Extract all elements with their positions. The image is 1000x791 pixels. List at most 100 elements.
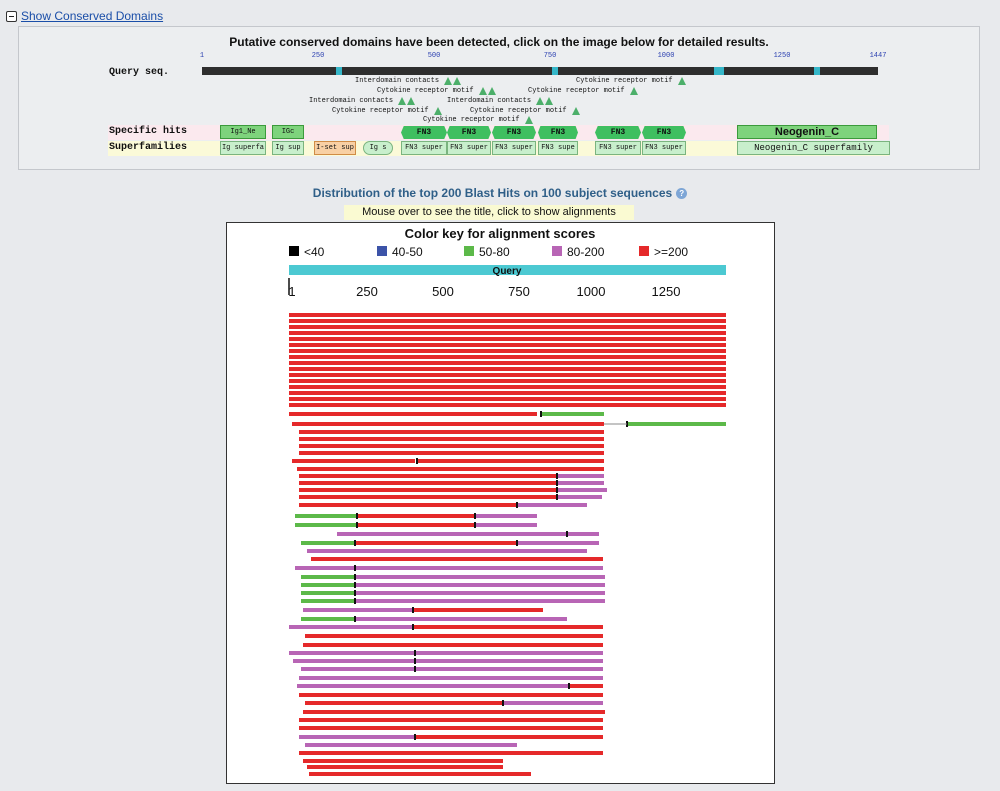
hit-segment[interactable]	[299, 481, 557, 485]
hit-segment[interactable]	[303, 710, 605, 714]
hit-segment[interactable]	[297, 684, 569, 688]
hit-segment[interactable]	[299, 693, 603, 697]
hit-segment[interactable]	[289, 412, 537, 416]
hit-segment[interactable]	[289, 403, 726, 407]
hit-segment[interactable]	[289, 331, 726, 335]
hit-segment[interactable]	[303, 759, 503, 763]
hit-segment[interactable]	[415, 735, 603, 739]
specific-hit-fn3[interactable]: FN3	[492, 126, 536, 139]
hit-segment[interactable]	[301, 599, 355, 603]
hit-segment[interactable]	[289, 391, 726, 395]
superfamily-ig-sup[interactable]: Ig sup	[272, 141, 304, 155]
hit-segment[interactable]	[567, 532, 599, 536]
hit-segment[interactable]	[517, 503, 587, 507]
hit-segment[interactable]	[305, 634, 603, 638]
hit-segment[interactable]	[305, 701, 503, 705]
hit-segment[interactable]	[297, 467, 604, 471]
hit-segment[interactable]	[289, 373, 726, 377]
hit-segment[interactable]	[292, 422, 604, 426]
hit-segment[interactable]	[299, 503, 517, 507]
hit-segment[interactable]	[289, 343, 726, 347]
hit-segment[interactable]	[413, 625, 603, 629]
hit-segment[interactable]	[295, 514, 357, 518]
hit-segment[interactable]	[355, 566, 603, 570]
specific-hit-fn3[interactable]: FN3	[595, 126, 641, 139]
hit-segment[interactable]	[557, 488, 607, 492]
hit-segment[interactable]	[309, 772, 531, 776]
hit-segment[interactable]	[299, 495, 557, 499]
hit-segment[interactable]	[289, 361, 726, 365]
hit-segment[interactable]	[307, 549, 587, 553]
specific-hit-fn3[interactable]: FN3	[401, 126, 447, 139]
hit-segment[interactable]	[357, 523, 475, 527]
hit-segment[interactable]	[299, 444, 604, 448]
toggle-row[interactable]: Show Conserved Domains	[6, 8, 163, 24]
superfamily-ig-superfa[interactable]: Ig superfa	[220, 141, 266, 155]
superfamily-fn3-super[interactable]: FN3 super	[447, 141, 491, 155]
superfamily-neogenin-c-superfamily[interactable]: Neogenin_C superfamily	[737, 141, 890, 155]
conserved-domains-panel[interactable]: Putative conserved domains have been det…	[18, 26, 980, 170]
specific-hit-neogenin-c[interactable]: Neogenin_C	[737, 125, 877, 139]
hit-segment[interactable]	[289, 385, 726, 389]
hit-segment[interactable]	[299, 474, 557, 478]
hit-segment[interactable]	[301, 583, 355, 587]
hit-segment[interactable]	[299, 488, 557, 492]
hit-segment[interactable]	[569, 684, 603, 688]
hit-segment[interactable]	[289, 651, 415, 655]
hit-segment[interactable]	[417, 459, 604, 463]
collapse-icon[interactable]	[6, 10, 17, 22]
hit-segment[interactable]	[557, 495, 602, 499]
hit-segment[interactable]	[299, 735, 415, 739]
hit-segment[interactable]	[301, 541, 355, 545]
hit-segment[interactable]	[413, 608, 543, 612]
hit-segment[interactable]	[289, 625, 413, 629]
hit-segment[interactable]	[303, 608, 413, 612]
blast-hits-svg[interactable]: Color key for alignment scores <40 40-50 50…	[227, 223, 774, 783]
hit-segment[interactable]	[299, 718, 603, 722]
hit-segment[interactable]	[415, 667, 603, 671]
superfamily-ig-s[interactable]: Ig s	[363, 141, 393, 155]
hit-segment[interactable]	[299, 430, 604, 434]
superfamily-fn3-super[interactable]: FN3 super	[595, 141, 641, 155]
hit-segment[interactable]	[293, 659, 415, 663]
hit-segment[interactable]	[301, 591, 355, 595]
superfamily-fn3-super[interactable]: FN3 super	[492, 141, 536, 155]
specific-hit-fn3[interactable]: FN3	[538, 126, 578, 139]
hit-segment[interactable]	[299, 751, 603, 755]
hit-segment[interactable]	[289, 325, 726, 329]
hit-segment[interactable]	[289, 397, 726, 401]
hit-segment[interactable]	[503, 701, 603, 705]
hit-segment[interactable]	[557, 474, 604, 478]
hit-segment[interactable]	[299, 451, 604, 455]
hit-segment[interactable]	[355, 541, 517, 545]
hit-segment[interactable]	[355, 617, 567, 621]
hit-segment[interactable]	[303, 643, 603, 647]
hit-segment[interactable]	[355, 591, 605, 595]
superfamily-i-set-sup[interactable]: I-set sup	[314, 141, 356, 155]
hit-segment[interactable]	[415, 659, 603, 663]
hit-segment[interactable]	[289, 337, 726, 341]
hit-segment[interactable]	[517, 541, 599, 545]
hit-segment[interactable]	[295, 523, 357, 527]
hit-segment[interactable]	[289, 367, 726, 371]
hit-segment[interactable]	[357, 514, 475, 518]
superfamily-fn3-super[interactable]: FN3 super	[401, 141, 447, 155]
blast-hits-graphic[interactable]: Color key for alignment scores <40 40-50 50…	[226, 222, 775, 784]
hit-segment[interactable]	[355, 575, 605, 579]
hit-segment[interactable]	[292, 459, 415, 463]
specific-hit-igc[interactable]: IGc	[272, 125, 304, 139]
hit-segment[interactable]	[557, 481, 604, 485]
hit-segment[interactable]	[541, 412, 604, 416]
specific-hit-fn3[interactable]: FN3	[447, 126, 491, 139]
hit-segment[interactable]	[355, 583, 605, 587]
specific-hit-fn3[interactable]: FN3	[642, 126, 686, 139]
help-icon[interactable]: ?	[676, 188, 688, 200]
hit-segment[interactable]	[305, 743, 517, 747]
hit-segment[interactable]	[311, 557, 603, 561]
hit-segment[interactable]	[301, 575, 355, 579]
hit-segment[interactable]	[289, 349, 726, 353]
hit-segment[interactable]	[299, 676, 603, 680]
hit-segment[interactable]	[289, 355, 726, 359]
hit-segment[interactable]	[301, 617, 355, 621]
hit-segment[interactable]	[301, 667, 415, 671]
